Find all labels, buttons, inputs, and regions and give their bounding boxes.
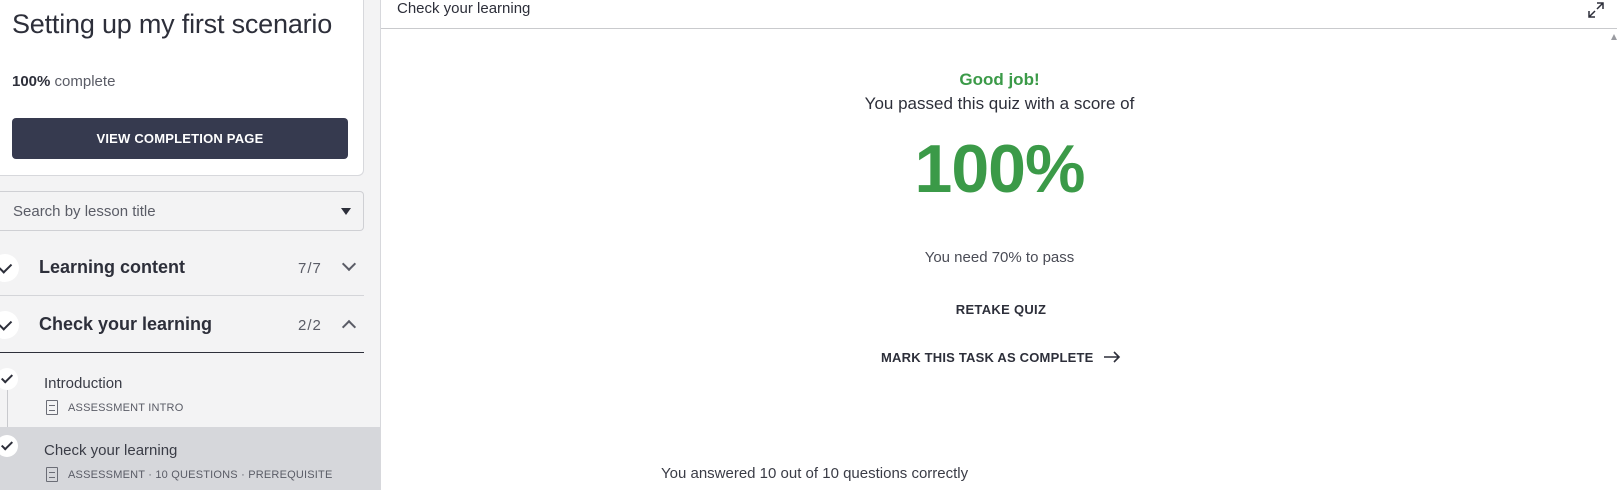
check-icon [0, 254, 19, 282]
expand-icon[interactable] [1588, 2, 1604, 18]
section-count: 7/7 [298, 260, 322, 277]
mark-task-complete-label: MARK THIS TASK AS COMPLETE [881, 350, 1094, 365]
lesson-meta: ASSESSMENT INTRO [68, 402, 184, 414]
lesson-title: Check your learning [44, 442, 178, 459]
section-check-your-learning[interactable]: Check your learning 2/2 [0, 297, 364, 353]
arrow-right-icon [1103, 351, 1121, 366]
course-card: Setting up my first scenario 100% comple… [0, 0, 364, 176]
result-headline: Good job! [959, 70, 1040, 89]
chevron-up-icon [341, 319, 357, 335]
lesson-search-select[interactable]: Search by lesson title [0, 191, 364, 231]
check-icon [0, 368, 18, 390]
lesson-search-placeholder: Search by lesson title [13, 203, 156, 220]
progress-percent: 100% [12, 73, 51, 90]
section-label: Check your learning [39, 314, 213, 334]
result-score: 100% [914, 131, 1086, 207]
view-completion-page-button[interactable]: VIEW COMPLETION PAGE [12, 118, 348, 159]
lesson-item-check-your-learning[interactable]: Check your learning ASSESSMENT · 10 QUES… [0, 427, 380, 490]
caret-down-icon [341, 208, 351, 215]
lesson-doc-icon [46, 467, 58, 482]
main-content: Check your learning Good job! You passed… [380, 0, 1617, 490]
lesson-doc-icon [46, 400, 58, 415]
chevron-down-icon [341, 256, 357, 272]
scroll-up-icon[interactable] [1611, 34, 1617, 40]
mark-task-complete-button[interactable]: MARK THIS TASK AS COMPLETE [881, 350, 1121, 366]
retake-quiz-button[interactable]: RETAKE QUIZ [946, 302, 1056, 317]
check-icon [0, 311, 19, 339]
result-passed-text: You passed this quiz with a score of [864, 94, 1135, 113]
pass-requirement: You need 70% to pass [924, 249, 1075, 266]
check-icon [0, 435, 18, 457]
content-header-title: Check your learning [397, 0, 531, 17]
content-header: Check your learning [381, 0, 1617, 29]
progress-suffix: complete [54, 73, 116, 90]
lesson-title: Introduction [44, 375, 123, 392]
section-count: 2/2 [298, 317, 322, 334]
answered-summary: You answered 10 out of 10 questions corr… [661, 465, 969, 482]
section-learning-content[interactable]: Learning content 7/7 [0, 240, 364, 296]
lesson-meta: ASSESSMENT · 10 QUESTIONS · PREREQUISITE [68, 469, 333, 481]
section-label: Learning content [39, 257, 186, 277]
sidebar: Setting up my first scenario 100% comple… [0, 0, 380, 490]
course-title: Setting up my first scenario [12, 9, 333, 39]
lesson-item-introduction[interactable]: Introduction ASSESSMENT INTRO [0, 360, 380, 422]
course-progress: 100% complete [12, 73, 115, 90]
